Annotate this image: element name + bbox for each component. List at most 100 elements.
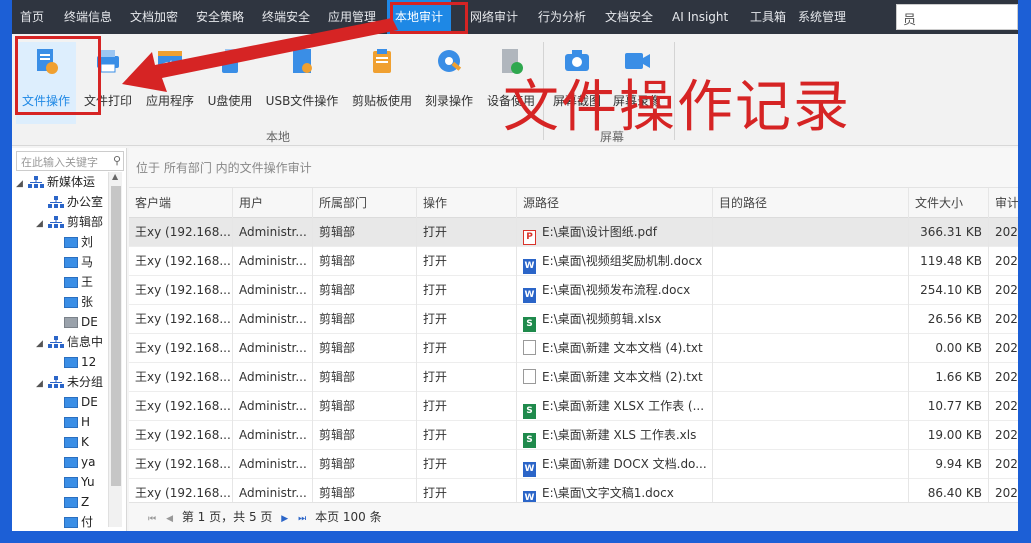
cell-dst — [713, 392, 909, 421]
ribbon-group-local-label: 本地 — [266, 130, 291, 144]
column-header[interactable]: 源路径 — [517, 188, 713, 218]
pdf-file-icon: P — [523, 230, 536, 245]
computer-icon — [64, 277, 78, 288]
cell-user: Administr... — [233, 276, 313, 305]
tree-node-computer[interactable]: 刘 — [52, 232, 93, 252]
cell-dept: 剪辑部 — [313, 363, 417, 392]
collapse-arrow-icon[interactable]: ◢ — [36, 214, 48, 234]
cell-audit: 202 — [989, 305, 1018, 334]
table-row[interactable]: 王xy (192.168.... Administr... 剪辑部 打开 E:\桌面\新… — [129, 334, 1018, 363]
table-row[interactable]: 王xy (192.168.... Administr... 剪辑部 打开 S E:\桌面\… — [129, 392, 1018, 421]
column-header[interactable]: 目的路径 — [713, 188, 909, 218]
tree-node-label: 办公室 — [67, 195, 104, 209]
tree-node-computer[interactable]: DE — [52, 392, 98, 412]
table-row[interactable]: 王xy (192.168.... Administr... 剪辑部 打开 W E:\桌面\… — [129, 276, 1018, 305]
scroll-up-icon[interactable]: ▲ — [112, 172, 118, 181]
cell-op: 打开 — [417, 363, 517, 392]
tree-scrollbar-thumb[interactable] — [111, 186, 121, 486]
column-header[interactable]: 所属部门 — [313, 188, 417, 218]
table-row[interactable]: 王xy (192.168.... Administr... 剪辑部 打开 W E:\桌面\… — [129, 479, 1018, 502]
tree-node-department[interactable]: 办公室 — [36, 192, 103, 212]
table-row[interactable]: 王xy (192.168.... Administr... 剪辑部 打开 W E:\桌面\… — [129, 247, 1018, 276]
tree-node-computer[interactable]: 付 — [52, 512, 93, 531]
tree-node-label: 马 — [81, 255, 94, 269]
tree-node-computer[interactable]: 王 — [52, 272, 93, 292]
table-row[interactable]: 王xy (192.168.... Administr... 剪辑部 打开 E:\桌面\新… — [129, 363, 1018, 392]
tree-node-computer[interactable]: K — [52, 432, 89, 452]
cell-user: Administr... — [233, 392, 313, 421]
computer-icon — [64, 297, 78, 308]
computer-icon — [64, 517, 78, 528]
txt-file-icon — [523, 340, 536, 355]
table-row[interactable]: 王xy (192.168.... Administr... 剪辑部 打开 S E:\桌面\… — [129, 421, 1018, 450]
cell-src: W E:\桌面\新建 DOCX 文档.do... — [517, 450, 713, 479]
table-row[interactable]: 王xy (192.168.... Administr... 剪辑部 打开 P E:\桌面\… — [129, 218, 1018, 247]
tree-node-computer[interactable]: 马 — [52, 252, 93, 272]
first-page-icon[interactable]: ⏮ — [148, 514, 156, 524]
cell-dst — [713, 450, 909, 479]
cell-dept: 剪辑部 — [313, 334, 417, 363]
menu-item-8[interactable]: 行为分析 — [530, 0, 594, 34]
menu-item-9[interactable]: 文档安全 — [597, 0, 661, 34]
last-page-icon[interactable]: ⏭ — [298, 514, 306, 524]
tree-node-computer[interactable]: H — [52, 412, 90, 432]
cell-op: 打开 — [417, 334, 517, 363]
cell-audit: 202 — [989, 450, 1018, 479]
cell-size: 1.66 KB — [909, 363, 989, 392]
next-page-icon[interactable]: ▶ — [281, 514, 288, 524]
cell-size: 366.31 KB — [909, 218, 989, 247]
column-header[interactable]: 客户端 — [129, 188, 233, 218]
computer-icon — [64, 417, 78, 428]
collapse-arrow-icon[interactable]: ◢ — [36, 334, 48, 354]
column-header[interactable]: 文件大小 — [909, 188, 989, 218]
table-row[interactable]: 王xy (192.168.... Administr... 剪辑部 打开 S E:\桌面\… — [129, 305, 1018, 334]
tree-node-computer[interactable]: Yu — [52, 472, 95, 492]
collapse-arrow-icon[interactable]: ◢ — [16, 174, 28, 194]
tree-node-department[interactable]: ◢ 新媒体运 — [16, 172, 95, 192]
cell-src: S E:\桌面\新建 XLSX 工作表 (... — [517, 392, 713, 421]
tree-node-label: 王 — [81, 275, 94, 289]
cell-dst — [713, 334, 909, 363]
menu-item-10[interactable]: AI Insight — [664, 0, 736, 34]
prev-page-icon[interactable]: ◀ — [166, 514, 173, 524]
source-path-text: E:\桌面\新建 DOCX 文档.do... — [542, 457, 707, 471]
docx-file-icon: W — [523, 259, 536, 274]
tree-node-computer[interactable]: ya — [52, 452, 95, 472]
cell-audit: 202 — [989, 334, 1018, 363]
tree-node-computer[interactable]: 12 — [52, 352, 96, 372]
cell-dst — [713, 218, 909, 247]
cell-src: S E:\桌面\视频剪辑.xlsx — [517, 305, 713, 334]
column-header[interactable]: 审计 — [989, 188, 1018, 218]
tree-node-computer[interactable]: 张 — [52, 292, 93, 312]
menu-item-12[interactable]: 系统管理 — [790, 0, 854, 34]
tree-node-department[interactable]: ◢ 剪辑部 — [36, 212, 103, 232]
tree-node-label: 信息中 — [67, 335, 104, 349]
computer-icon — [64, 437, 78, 448]
tree-node-department[interactable]: ◢ 信息中 — [36, 332, 103, 352]
menu-search-text: 员 — [903, 13, 917, 28]
menu-search-input[interactable]: 员 — [896, 4, 1018, 30]
column-header[interactable]: 操作 — [417, 188, 517, 218]
column-header[interactable]: 用户 — [233, 188, 313, 218]
cell-dst — [713, 363, 909, 392]
tree-scrollbar[interactable]: ▲ — [108, 172, 122, 527]
tree-node-label: Z — [81, 495, 90, 509]
tree-search-input[interactable]: 在此输入关键字 ⚲ — [16, 151, 124, 171]
cell-audit: 202 — [989, 363, 1018, 392]
search-icon[interactable]: ⚲ — [113, 154, 121, 167]
cell-size: 86.40 KB — [909, 479, 989, 502]
source-path-text: E:\桌面\新建 文本文档 (4).txt — [542, 341, 703, 355]
department-tree-panel: 在此输入关键字 ⚲ ◢ 新媒体运 办公室 ◢ 剪辑部刘马王张 DE ◢ 信息中 12 ◢ 未分组 DE… — [12, 148, 127, 531]
tree-node-computer[interactable]: DE — [52, 312, 98, 332]
cell-client: 王xy (192.168.... — [129, 421, 233, 450]
table-row[interactable]: 王xy (192.168.... Administr... 剪辑部 打开 W E:\桌面\… — [129, 450, 1018, 479]
tree-node-label: Yu — [81, 475, 95, 489]
cell-size: 10.77 KB — [909, 392, 989, 421]
menu-item-11[interactable]: 工具箱 — [742, 0, 794, 34]
tree-node-computer[interactable]: Z — [52, 492, 89, 512]
computer-icon — [64, 497, 78, 508]
tree-node-department[interactable]: ◢ 未分组 — [36, 372, 103, 392]
collapse-arrow-icon[interactable]: ◢ — [36, 374, 48, 394]
cell-audit: 202 — [989, 421, 1018, 450]
tree-node-label: ya — [81, 455, 96, 469]
